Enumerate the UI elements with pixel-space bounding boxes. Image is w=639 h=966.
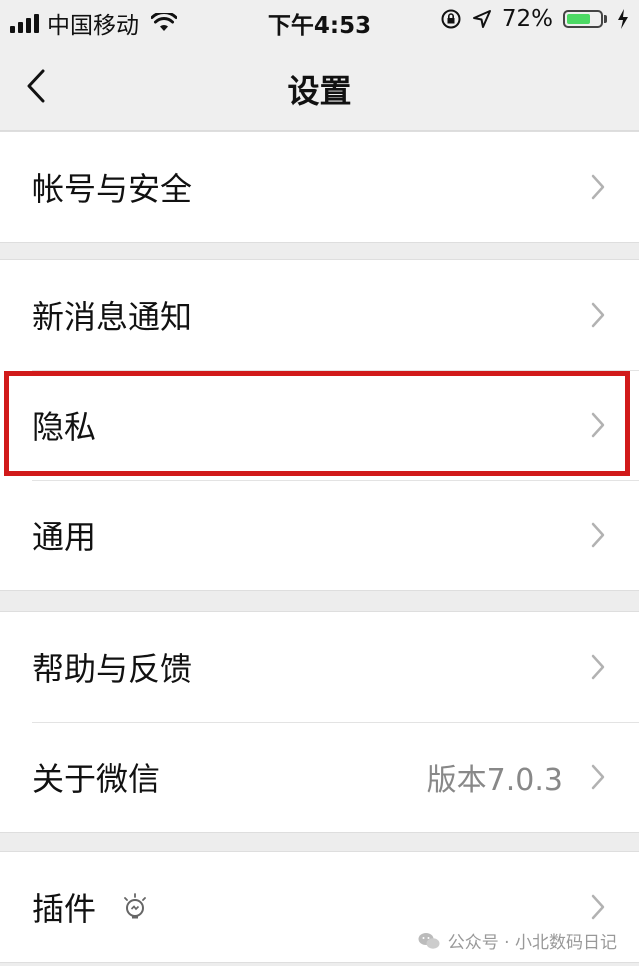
orientation-lock-icon <box>441 9 461 29</box>
nav-bar: 设置 <box>0 44 639 131</box>
row-label: 隐私 <box>32 408 97 446</box>
watermark-text: 公众号 · 小北数码日记 <box>447 933 617 953</box>
battery-percent: 72% <box>501 6 553 32</box>
page-title: 设置 <box>287 72 352 110</box>
version-value: 版本7.0.3 <box>426 763 563 798</box>
chevron-right-icon <box>591 522 605 548</box>
location-icon <box>472 10 491 28</box>
plugin-bulb-icon <box>124 893 146 919</box>
wechat-logo-icon <box>418 932 440 949</box>
chevron-right-icon <box>591 302 605 328</box>
row-label: 通用 <box>32 518 97 556</box>
chevron-right-icon <box>591 894 605 920</box>
watermark: 公众号 · 小北数码日记 <box>418 928 617 953</box>
settings-group-account: 帐号与安全 <box>0 131 639 243</box>
settings-row-general[interactable]: 通用 <box>0 480 639 590</box>
battery-fill <box>567 14 591 24</box>
row-label: 插件 <box>32 890 97 928</box>
row-label: 关于微信 <box>32 760 161 798</box>
settings-row-account-security[interactable]: 帐号与安全 <box>0 132 639 242</box>
battery-icon <box>563 10 607 28</box>
status-right: 72% <box>440 6 629 32</box>
settings-row-help-feedback[interactable]: 帮助与反馈 <box>0 612 639 722</box>
settings-row-about-wechat[interactable]: 关于微信 版本7.0.3 <box>0 722 639 832</box>
settings-group-general: 新消息通知 隐私 通用 <box>0 259 639 591</box>
status-bar: 中国移动 下午4:53 72% <box>0 0 639 44</box>
chevron-right-icon <box>591 412 605 438</box>
chevron-right-icon <box>591 654 605 680</box>
row-label: 新消息通知 <box>32 298 193 336</box>
chevron-right-icon <box>591 764 605 790</box>
settings-row-notifications[interactable]: 新消息通知 <box>0 260 639 370</box>
chevron-right-icon <box>591 174 605 200</box>
settings-row-privacy[interactable]: 隐私 <box>0 370 639 480</box>
row-label: 帐号与安全 <box>32 170 193 208</box>
settings-group-about: 帮助与反馈 关于微信 版本7.0.3 <box>0 611 639 833</box>
row-label: 帮助与反馈 <box>32 650 193 688</box>
charging-icon <box>618 9 628 29</box>
